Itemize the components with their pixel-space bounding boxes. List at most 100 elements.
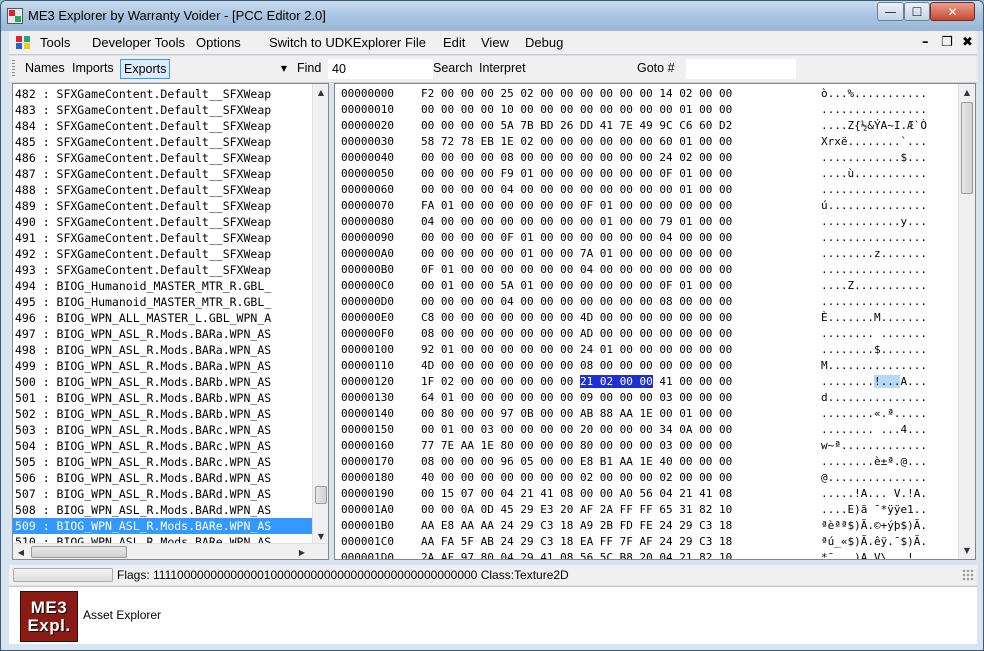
hex-ascii[interactable]: ....ù........... <box>821 166 971 182</box>
hex-ascii[interactable]: .....!A... V.!A. <box>821 486 971 502</box>
hex-ascii[interactable]: ........!...A... <box>821 374 971 390</box>
hex-bytes[interactable]: 08 00 00 00 96 05 00 00 E8 B1 AA 1E 40 0… <box>421 454 801 470</box>
export-list-item[interactable]: 508 : BIOG_WPN_ASL_R.Mods.BARd.WPN_AS <box>13 502 313 518</box>
hex-bytes[interactable]: 00 01 00 00 5A 01 00 00 00 00 00 00 0F 0… <box>421 278 801 294</box>
minimize-button[interactable]: — <box>877 2 904 21</box>
hex-bytes[interactable]: 00 00 00 00 F9 01 00 00 00 00 00 00 0F 0… <box>421 166 801 182</box>
hex-bytes[interactable]: 77 7E AA 1E 80 00 00 00 80 00 00 00 03 0… <box>421 438 801 454</box>
export-list-item[interactable]: 498 : BIOG_WPN_ASL_R.Mods.BARa.WPN_AS <box>13 342 313 358</box>
export-filter-combo[interactable]: ▼ <box>181 59 291 79</box>
export-list-item[interactable]: 490 : SFXGameContent.Default__SFXWeap <box>13 214 313 230</box>
hex-bytes[interactable]: 40 00 00 00 00 00 00 00 02 00 00 00 02 0… <box>421 470 801 486</box>
hex-bytes[interactable]: 1F 02 00 00 00 00 00 00 21 02 00 00 41 0… <box>421 374 801 390</box>
menu-switch-to-udkexplorer[interactable]: Switch to UDKExplorer <box>269 35 401 50</box>
menu-options[interactable]: Options <box>196 35 241 50</box>
goto-input[interactable] <box>686 59 796 79</box>
search-button[interactable]: Search <box>430 59 476 79</box>
export-list-item[interactable]: 489 : SFXGameContent.Default__SFXWeap <box>13 198 313 214</box>
menu-tools[interactable]: Tools <box>40 35 70 50</box>
menu-view[interactable]: View <box>481 35 509 50</box>
hex-scroll-down-icon[interactable]: ▼ <box>959 542 975 558</box>
export-list-item[interactable]: 487 : SFXGameContent.Default__SFXWeap <box>13 166 313 182</box>
hex-ascii[interactable]: w~ª............. <box>821 438 971 454</box>
scroll-up-icon[interactable]: ▲ <box>313 84 328 100</box>
resize-grip-icon[interactable] <box>962 569 974 581</box>
export-list-item[interactable]: 499 : BIOG_WPN_ASL_R.Mods.BARa.WPN_AS <box>13 358 313 374</box>
hex-ascii[interactable]: ....E)ã ¯*ÿÿe1.. <box>821 502 971 518</box>
hex-ascii[interactable]: ªú_«$)Ã.êÿ.¯$)Ã. <box>821 534 971 550</box>
hex-bytes[interactable]: 08 00 00 00 00 00 00 00 AD 00 00 00 00 0… <box>421 326 801 342</box>
hex-bytes[interactable]: 00 00 00 00 04 00 00 00 00 00 00 00 00 0… <box>421 182 801 198</box>
hex-ascii[interactable]: @............... <box>821 470 971 486</box>
hex-ascii[interactable]: ................ <box>821 294 971 310</box>
menu-developer-tools[interactable]: Developer Tools <box>92 35 185 50</box>
hex-bytes[interactable]: C8 00 00 00 00 00 00 00 4D 00 00 00 00 0… <box>421 310 801 326</box>
close-button[interactable]: ✕ <box>930 2 975 21</box>
export-list-item[interactable]: 502 : BIOG_WPN_ASL_R.Mods.BARb.WPN_AS <box>13 406 313 422</box>
hex-bytes[interactable]: 00 00 00 00 10 00 00 00 00 00 00 00 00 0… <box>421 102 801 118</box>
hex-ascii[interactable]: M............... <box>821 358 971 374</box>
menu-file[interactable]: File <box>405 35 426 50</box>
menu-edit[interactable]: Edit <box>443 35 465 50</box>
export-list-item[interactable]: 500 : BIOG_WPN_ASL_R.Mods.BARb.WPN_AS <box>13 374 313 390</box>
export-list-item[interactable]: 482 : SFXGameContent.Default__SFXWeap <box>13 86 313 102</box>
exports-list[interactable]: 482 : SFXGameContent.Default__SFXWeap 483… <box>13 84 313 544</box>
hex-bytes[interactable]: F2 00 00 00 25 02 00 00 00 00 00 00 14 0… <box>421 86 801 102</box>
export-list-item[interactable]: 509 : BIOG_WPN_ASL_R.Mods.BARe.WPN_AS <box>13 518 313 534</box>
hex-bytes[interactable]: 0F 01 00 00 00 00 00 00 04 00 00 00 00 0… <box>421 262 801 278</box>
exports-hscroll-thumb[interactable] <box>31 546 127 558</box>
hex-ascii[interactable]: ................ <box>821 262 971 278</box>
hex-vertical-scrollbar[interactable]: ▲ ▼ <box>958 84 975 559</box>
menu-debug[interactable]: Debug <box>525 35 563 50</box>
hex-ascii[interactable]: ........$....... <box>821 342 971 358</box>
export-list-item[interactable]: 492 : SFXGameContent.Default__SFXWeap <box>13 246 313 262</box>
asset-explorer-icon[interactable]: ME3 Expl. <box>20 591 78 642</box>
exports-horizontal-scrollbar[interactable]: ◀ ▶ <box>13 543 328 559</box>
export-list-item[interactable]: 495 : BIOG_Humanoid_MASTER_MTR_R.GBL_ <box>13 294 313 310</box>
hex-bytes[interactable]: 00 00 00 00 08 00 00 00 00 00 00 00 24 0… <box>421 150 801 166</box>
hex-bytes[interactable]: 04 00 00 00 00 00 00 00 00 01 00 00 79 0… <box>421 214 801 230</box>
export-list-item[interactable]: 493 : SFXGameContent.Default__SFXWeap <box>13 262 313 278</box>
hex-ascii[interactable]: *¯...)A.V\¸ .!.. <box>821 550 971 559</box>
hex-ascii[interactable]: ú............... <box>821 198 971 214</box>
export-list-item[interactable]: 501 : BIOG_WPN_ASL_R.Mods.BARb.WPN_AS <box>13 390 313 406</box>
hex-ascii[interactable]: ............y... <box>821 214 971 230</box>
export-list-item[interactable]: 486 : SFXGameContent.Default__SFXWeap <box>13 150 313 166</box>
hex-ascii[interactable]: ò...%........... <box>821 86 971 102</box>
hex-ascii[interactable]: ....Z........... <box>821 278 971 294</box>
mdi-restore-button[interactable]: ❐ <box>941 35 953 50</box>
hex-ascii[interactable]: Xrxë........`... <box>821 134 971 150</box>
hex-bytes[interactable]: AA E8 AA AA 24 29 C3 18 A9 2B FD FE 24 2… <box>421 518 801 534</box>
hex-bytes[interactable]: 00 15 07 00 04 21 41 08 00 00 A0 56 04 2… <box>421 486 801 502</box>
export-list-item[interactable]: 506 : BIOG_WPN_ASL_R.Mods.BARd.WPN_AS <box>13 470 313 486</box>
imports-button[interactable]: Imports <box>69 59 117 79</box>
hex-ascii[interactable]: ................ <box>821 182 971 198</box>
toolbar-grip-icon[interactable] <box>12 60 15 78</box>
exports-button[interactable]: Exports <box>120 59 171 79</box>
hex-bytes[interactable]: FA 01 00 00 00 00 00 00 0F 01 00 00 00 0… <box>421 198 801 214</box>
hex-ascii[interactable]: ................ <box>821 230 971 246</box>
export-list-item[interactable]: 485 : SFXGameContent.Default__SFXWeap <box>13 134 313 150</box>
hex-ascii[interactable]: ............$... <box>821 150 971 166</box>
hex-bytes[interactable]: 58 72 78 EB 1E 02 00 00 00 00 00 00 60 0… <box>421 134 801 150</box>
hex-ascii[interactable]: ........ ...4... <box>821 422 971 438</box>
hex-ascii[interactable]: d............... <box>821 390 971 406</box>
hex-editor[interactable]: 00000000 F2 00 00 00 25 02 00 00 00 00 00… <box>334 83 976 560</box>
hex-bytes[interactable]: 00 00 00 00 0F 01 00 00 00 00 00 00 04 0… <box>421 230 801 246</box>
export-list-item[interactable]: 505 : BIOG_WPN_ASL_R.Mods.BARc.WPN_AS <box>13 454 313 470</box>
hex-ascii[interactable]: ....Z{½&ÝA~I.Æ`Ò <box>821 118 971 134</box>
hex-bytes[interactable]: 92 01 00 00 00 00 00 00 24 01 00 00 00 0… <box>421 342 801 358</box>
export-list-item[interactable]: 483 : SFXGameContent.Default__SFXWeap <box>13 102 313 118</box>
hex-bytes[interactable]: 00 00 00 00 04 00 00 00 00 00 00 00 08 0… <box>421 294 801 310</box>
export-list-item[interactable]: 488 : SFXGameContent.Default__SFXWeap <box>13 182 313 198</box>
find-input[interactable] <box>328 59 433 79</box>
hex-scroll-up-icon[interactable]: ▲ <box>959 84 975 100</box>
hex-bytes[interactable]: 00 01 00 03 00 00 00 00 20 00 00 00 34 0… <box>421 422 801 438</box>
hex-selection[interactable]: 21 02 00 00 <box>579 375 653 388</box>
hex-ascii[interactable]: È.......M....... <box>821 310 971 326</box>
hex-ascii[interactable]: ªèªª$)Ã.©+ýþ$)Ã. <box>821 518 971 534</box>
title-bar[interactable]: ME3 Explorer by Warranty Voider - [PCC E… <box>1 1 983 31</box>
export-list-item[interactable]: 507 : BIOG_WPN_ASL_R.Mods.BARd.WPN_AS <box>13 486 313 502</box>
interpret-button[interactable]: Interpret <box>476 59 529 79</box>
scroll-left-icon[interactable]: ◀ <box>13 544 29 559</box>
